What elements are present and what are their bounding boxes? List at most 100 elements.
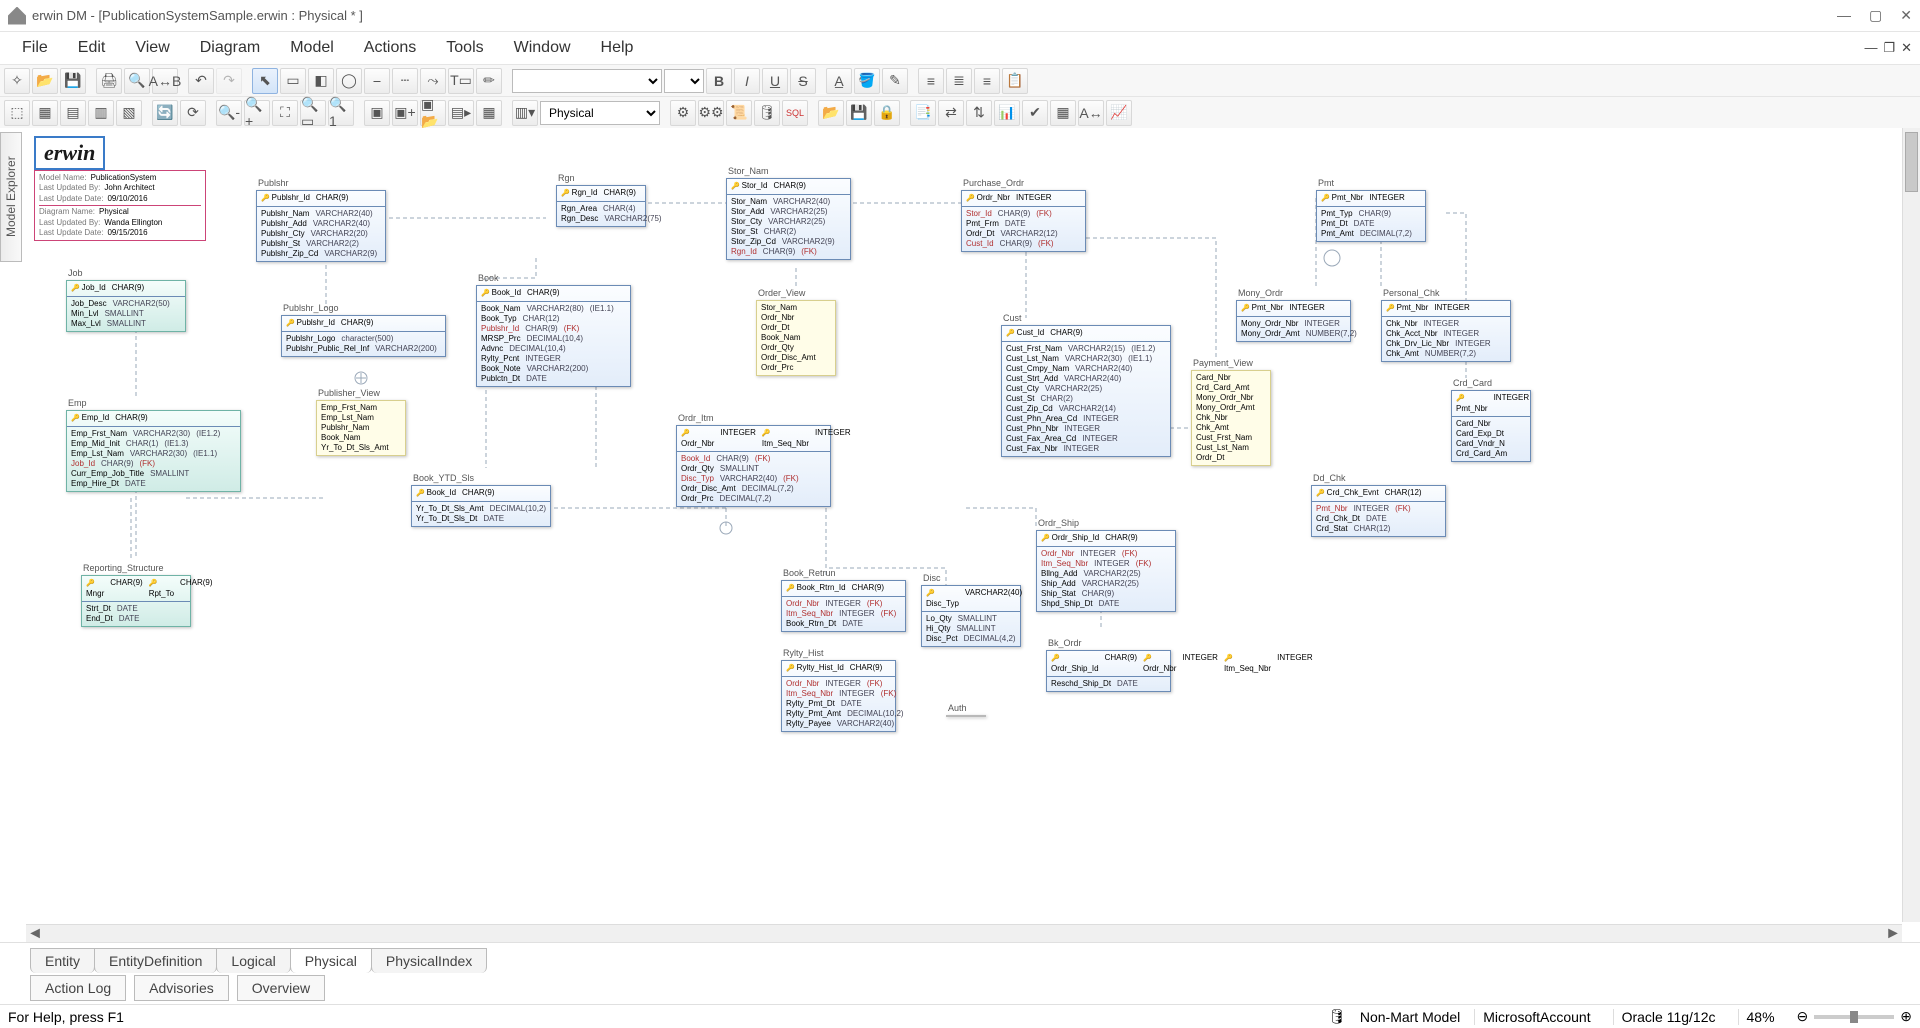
bulk-icon[interactable]: ▦ [1050,100,1076,126]
refresh-icon[interactable]: 🔄 [152,100,178,126]
entity-icon[interactable]: ▭ [280,68,306,94]
entity-emp[interactable]: EmpEmp_IdCHAR(9)Emp_Frst_NamVARCHAR2(30)… [66,398,241,492]
opensa-icon[interactable]: ▣📂 [420,100,446,126]
tab-logical[interactable]: Logical [216,948,290,973]
grid-icon[interactable]: ▦ [476,100,502,126]
entity-stor-nam[interactable]: Stor_NamStor_IdCHAR(9)Stor_NamVARCHAR2(4… [726,166,851,260]
script-icon[interactable]: 📜 [726,100,752,126]
zoom-out-btn[interactable]: ⊖ [1797,1008,1809,1025]
volumetrics-icon[interactable]: 📈 [1106,100,1132,126]
transform-icon[interactable]: ⇅ [966,100,992,126]
entity-bk-ordr[interactable]: Bk_OrdrOrdr_Ship_IdCHAR(9)Ordr_NbrINTEGE… [1046,638,1171,692]
size-combo[interactable] [664,69,704,93]
nonid-rel-icon[interactable]: ┄ [392,68,418,94]
mart-lock-icon[interactable]: 🔒 [874,100,900,126]
sa-icon[interactable]: ▣ [364,100,390,126]
entity-crd-card[interactable]: Crd_CardPmt_NbrINTEGERCard_NbrCard_Exp_D… [1451,378,1531,462]
tab-physicalindex[interactable]: PhysicalIndex [371,948,487,973]
zoom-in-icon[interactable]: 🔍+ [244,100,270,126]
drawing-icon[interactable]: ✏ [476,68,502,94]
many-rel-icon[interactable]: ⤳ [420,68,446,94]
entity-reporting-structure[interactable]: Reporting_StructureMngrCHAR(9)Rpt_ToCHAR… [81,563,191,627]
layout-3-icon[interactable]: ▥ [88,100,114,126]
replace-icon[interactable]: A↔B [152,68,178,94]
save-icon[interactable]: 💾 [60,68,86,94]
font-color-icon[interactable]: A̲ [826,68,852,94]
font-combo[interactable] [512,69,662,93]
diagram-canvas[interactable]: erwin Model Name:PublicationSystem Last … [26,128,1902,922]
pointer-icon[interactable]: ⬉ [252,68,278,94]
mart-open-icon[interactable]: 📂 [818,100,844,126]
align-right-icon[interactable]: ≡ [974,68,1000,94]
zoom-fit-icon[interactable]: ⛶ [272,100,298,126]
select-all-icon[interactable]: ⬚ [4,100,30,126]
layout-4-icon[interactable]: ▧ [116,100,142,126]
menu-view[interactable]: View [121,35,183,61]
print-icon[interactable]: 🖨 [96,68,122,94]
entity-personal-chk[interactable]: Personal_ChkPmt_NbrINTEGERChk_NbrINTEGER… [1381,288,1511,362]
subtype-icon[interactable]: ◯ [336,68,362,94]
layout-2-icon[interactable]: ▤ [60,100,86,126]
maximize-button[interactable]: ▢ [1869,7,1882,24]
close-button[interactable]: ✕ [1900,7,1912,24]
menu-file[interactable]: File [8,35,62,61]
entity-publisher-view[interactable]: Publisher_ViewEmp_Frst_NamEmp_Lst_NamPub… [316,388,406,456]
copy-icon[interactable]: 📑 [910,100,936,126]
refresh2-icon[interactable]: ⟳ [180,100,206,126]
newsa-icon[interactable]: ▣+ [392,100,418,126]
minimize-button[interactable]: — [1837,7,1851,24]
btab-action-log[interactable]: Action Log [30,975,126,1001]
fill-color-icon[interactable]: 🪣 [854,68,880,94]
view-mode-combo[interactable]: Physical [540,101,660,125]
gears-icon[interactable]: ⚙⚙ [698,100,724,126]
id-rel-icon[interactable]: ⎯ [364,68,390,94]
gear-icon[interactable]: ⚙ [670,100,696,126]
menu-help[interactable]: Help [587,35,648,61]
zoom-rect-icon[interactable]: 🔍▭ [300,100,326,126]
zoom-control[interactable]: ⊖ ⊕ [1797,1008,1912,1025]
entity-publshr[interactable]: PublshrPublshr_IdCHAR(9)Publshr_NamVARCH… [256,178,386,262]
menu-actions[interactable]: Actions [350,35,430,61]
entity-rylty-hist[interactable]: Rylty_HistRylty_Hist_IdCHAR(9)Ordr_NbrIN… [781,648,896,732]
bold-icon[interactable]: B [706,68,732,94]
model-explorer-tab[interactable]: Model Explorer [0,132,22,262]
entity-ordr-itm[interactable]: Ordr_ItmOrdr_NbrINTEGERItm_Seq_NbrINTEGE… [676,413,831,507]
tab-entitydefinition[interactable]: EntityDefinition [94,948,217,973]
sql-icon[interactable]: SQL [782,100,808,126]
entity-order-view[interactable]: Order_ViewStor_NamOrdr_NbrOrdr_DtBook_Na… [756,288,836,376]
tab-physical[interactable]: Physical [290,948,372,973]
layout-1-icon[interactable]: ▦ [32,100,58,126]
entity-pmt[interactable]: PmtPmt_NbrINTEGERPmt_TypCHAR(9)Pmt_DtDAT… [1316,178,1426,242]
copy-format-icon[interactable]: 📋 [1002,68,1028,94]
entity-mony-ordr[interactable]: Mony_OrdrPmt_NbrINTEGERMony_Ordr_NbrINTE… [1236,288,1351,342]
entity-book[interactable]: BookBook_IdCHAR(9)Book_NamVARCHAR2(80)(I… [476,273,631,387]
entity-rgn[interactable]: RgnRgn_IdCHAR(9)Rgn_AreaCHAR(4)Rgn_DescV… [556,173,646,227]
btab-advisories[interactable]: Advisories [134,975,229,1001]
entity-purchase-ordr[interactable]: Purchase_OrdrOrdr_NbrINTEGERStor_IdCHAR(… [961,178,1086,252]
strike-icon[interactable]: S [790,68,816,94]
entity-book-ytd-sls[interactable]: Book_YTD_SlsBook_IdCHAR(9)Yr_To_Dt_Sls_A… [411,473,551,527]
mart-save-icon[interactable]: 💾 [846,100,872,126]
mdi-restore[interactable]: ❐ [1883,40,1895,56]
nav-icon[interactable]: ▤▸ [448,100,474,126]
annotation-icon[interactable]: T▭ [448,68,474,94]
italic-icon[interactable]: I [734,68,760,94]
zoom-100-icon[interactable]: 🔍1 [328,100,354,126]
entity-ordr-ship[interactable]: Ordr_ShipOrdr_Ship_IdCHAR(9)Ordr_NbrINTE… [1036,518,1176,612]
align-center-icon[interactable]: ≣ [946,68,972,94]
underline-icon[interactable]: U [762,68,788,94]
entity-book-retrun[interactable]: Book_RetrunBook_Rtrn_IdCHAR(9)Ordr_NbrIN… [781,568,906,632]
display-mode-icon[interactable]: ▥▾ [512,100,538,126]
mdi-close[interactable]: ✕ [1901,40,1912,56]
tab-entity[interactable]: Entity [30,948,95,973]
vertical-scrollbar[interactable] [1902,128,1920,922]
entity-auth[interactable]: Auth [946,703,986,717]
naming-icon[interactable]: A↔ [1078,100,1104,126]
entity-job[interactable]: JobJob_IdCHAR(9)Job_DescVARCHAR2(50)Min_… [66,268,186,332]
menu-tools[interactable]: Tools [432,35,497,61]
btab-overview[interactable]: Overview [237,975,325,1001]
entity-publshr-logo[interactable]: Publshr_LogoPublshr_IdCHAR(9)Publshr_Log… [281,303,446,357]
compare-icon[interactable]: ⇄ [938,100,964,126]
menu-model[interactable]: Model [276,35,348,61]
entity-dd-chk[interactable]: Dd_ChkCrd_Chk_EvntCHAR(12)Pmt_NbrINTEGER… [1311,473,1446,537]
